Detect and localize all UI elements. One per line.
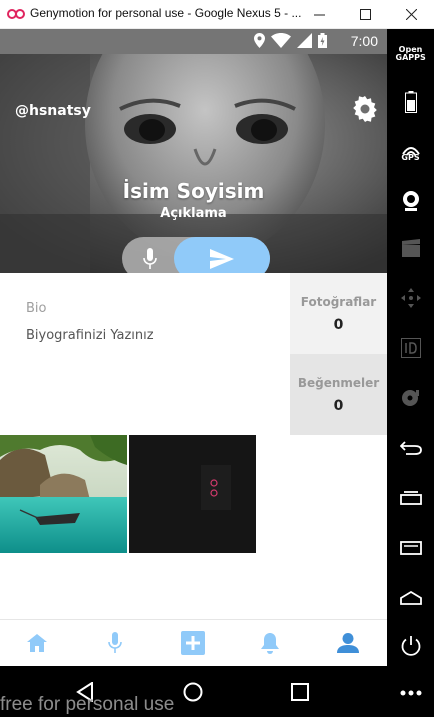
bottom-navigation bbox=[0, 619, 387, 666]
recents-icon bbox=[399, 491, 422, 505]
add-icon bbox=[181, 631, 205, 655]
home-icon bbox=[399, 591, 422, 605]
gps-label: GPS bbox=[401, 153, 420, 162]
stat-count: 0 bbox=[333, 398, 344, 414]
window-title: Genymotion for personal use - Google Nex… bbox=[30, 6, 302, 20]
camera-button[interactable] bbox=[387, 187, 434, 215]
recents-button[interactable] bbox=[270, 666, 330, 717]
battery-button[interactable] bbox=[387, 89, 434, 115]
stat-label: Fotoğraflar bbox=[300, 295, 377, 309]
profile-header: @hsnatsy İsim Soyisim Açıklama bbox=[0, 54, 387, 273]
bio-label: Bio bbox=[26, 301, 47, 316]
person-icon bbox=[337, 633, 359, 653]
disk-button[interactable] bbox=[387, 385, 434, 411]
window-titlebar: Genymotion for personal use - Google Nex… bbox=[0, 0, 434, 29]
id-button[interactable] bbox=[387, 335, 434, 361]
gps-icon: GPS bbox=[399, 141, 423, 165]
stat-photos[interactable]: Fotoğraflar 0 bbox=[290, 273, 387, 354]
more-icon bbox=[400, 690, 421, 696]
gps-button[interactable]: GPS bbox=[387, 139, 434, 167]
maximize-button[interactable] bbox=[342, 0, 388, 29]
home-circle-icon bbox=[183, 682, 203, 701]
nav-home[interactable] bbox=[2, 620, 72, 666]
genymotion-logo-icon bbox=[7, 9, 25, 19]
bell-icon bbox=[261, 632, 279, 654]
power-button[interactable] bbox=[387, 633, 434, 659]
id-icon bbox=[400, 338, 421, 358]
minimize-icon bbox=[313, 14, 325, 16]
opengapps-button[interactable]: Open GAPPS bbox=[387, 43, 434, 65]
power-icon bbox=[401, 636, 420, 656]
battery-icon bbox=[404, 91, 417, 113]
home-icon bbox=[27, 634, 47, 652]
voice-button[interactable] bbox=[122, 237, 177, 273]
close-button[interactable] bbox=[388, 0, 434, 29]
landscape-photo bbox=[0, 435, 127, 553]
profile-name: İsim Soyisim bbox=[122, 179, 265, 203]
send-button[interactable] bbox=[174, 237, 270, 273]
capture-button[interactable] bbox=[387, 235, 434, 261]
gear-icon[interactable] bbox=[352, 96, 378, 122]
android-screen: 7:00 @hsnatsy İsim Soyisim Açıklama Bio … bbox=[0, 29, 387, 666]
location-icon bbox=[254, 33, 265, 48]
disk-icon bbox=[401, 390, 419, 406]
stat-count: 0 bbox=[333, 317, 344, 333]
stat-label: Beğenmeler bbox=[297, 376, 380, 390]
nav-profile[interactable] bbox=[313, 620, 383, 666]
toolbar-home-button[interactable] bbox=[387, 585, 434, 611]
username: @hsnatsy bbox=[15, 103, 91, 119]
bio-section: Bio Biyografinizi Yazınız bbox=[0, 273, 290, 434]
dpad-icon bbox=[400, 288, 421, 308]
send-icon bbox=[210, 248, 234, 269]
toolbar-recents-button[interactable] bbox=[387, 485, 434, 511]
nav-mic[interactable] bbox=[80, 620, 150, 666]
genymotion-toolbar: Open GAPPS GPS bbox=[387, 29, 434, 717]
status-icons bbox=[254, 33, 327, 48]
battery-icon bbox=[318, 33, 327, 48]
nav-notifications[interactable] bbox=[235, 620, 305, 666]
more-button[interactable] bbox=[387, 683, 434, 703]
watermark-text: free for personal use bbox=[0, 694, 175, 715]
bio-text[interactable]: Biyografinizi Yazınız bbox=[26, 328, 154, 343]
mic-icon bbox=[142, 247, 157, 269]
nav-add[interactable] bbox=[158, 620, 228, 666]
dpad-button[interactable] bbox=[387, 285, 434, 311]
clapper-icon bbox=[401, 239, 420, 257]
minimize-button[interactable] bbox=[296, 0, 342, 29]
menu-icon bbox=[399, 541, 422, 555]
gallery-photo[interactable] bbox=[0, 435, 127, 553]
maximize-icon bbox=[359, 9, 371, 20]
recents-icon bbox=[291, 682, 309, 701]
status-bar: 7:00 bbox=[0, 29, 387, 54]
signal-icon bbox=[297, 33, 312, 48]
toolbar-menu-button[interactable] bbox=[387, 535, 434, 561]
stat-likes[interactable]: Beğenmeler 0 bbox=[290, 354, 387, 435]
profile-description: Açıklama bbox=[160, 206, 227, 221]
camera-icon bbox=[402, 191, 419, 211]
profile-actions bbox=[122, 237, 270, 273]
photo-gallery bbox=[0, 435, 387, 553]
wifi-icon bbox=[271, 33, 291, 48]
back-icon bbox=[399, 441, 422, 455]
opengapps-label: Open GAPPS bbox=[395, 45, 426, 62]
gallery-photo[interactable] bbox=[129, 435, 256, 553]
dark-photo bbox=[129, 435, 256, 553]
toolbar-back-button[interactable] bbox=[387, 435, 434, 461]
mic-icon bbox=[108, 632, 122, 653]
close-icon bbox=[405, 9, 417, 20]
status-time: 7:00 bbox=[350, 33, 378, 49]
